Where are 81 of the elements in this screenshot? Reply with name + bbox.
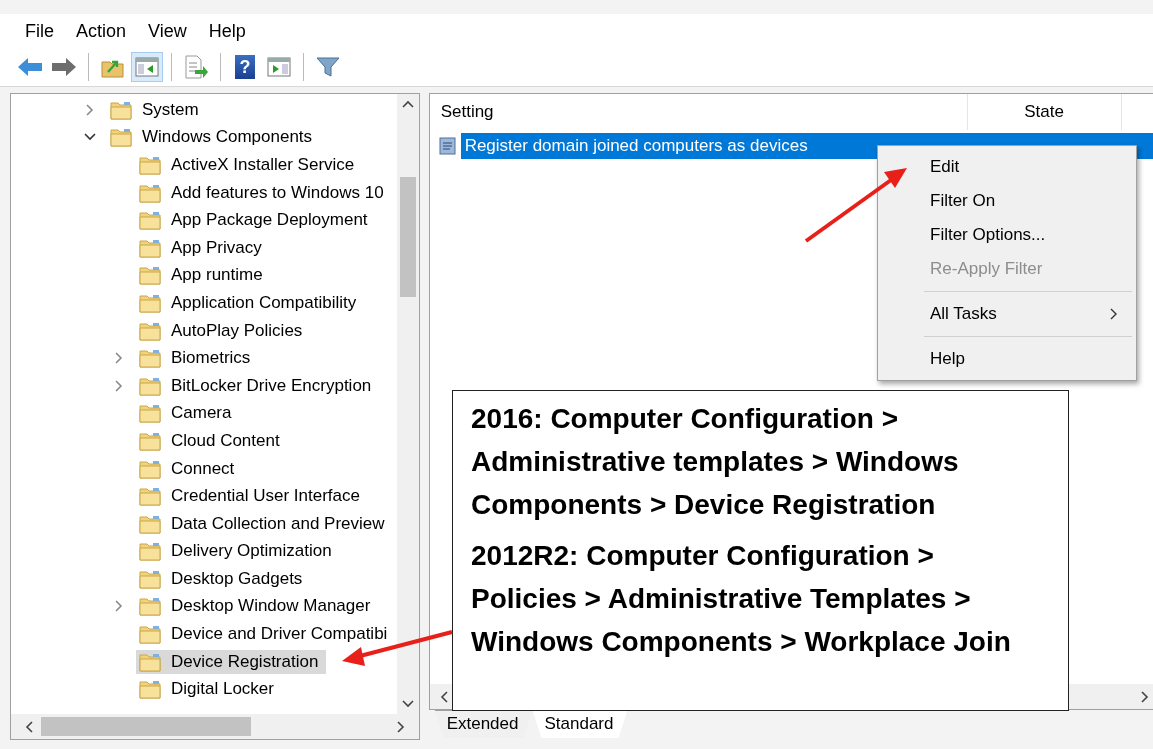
tree-item[interactable]: BitLocker Drive Encryption <box>136 373 380 398</box>
tree-item[interactable]: System <box>107 97 207 122</box>
menu-item[interactable]: Filter On <box>878 184 1136 218</box>
tree-item[interactable]: Biometrics <box>136 346 259 371</box>
folder-icon <box>139 430 161 451</box>
pane-left-icon <box>135 57 159 77</box>
tree-item[interactable]: App runtime <box>136 263 271 288</box>
scroll-up-icon[interactable] <box>401 100 414 108</box>
folder-icon <box>139 486 161 507</box>
help-icon: ? <box>235 55 255 79</box>
tree-item[interactable]: Cloud Content <box>136 428 288 453</box>
folder-icon <box>139 210 161 231</box>
document-arrow-icon <box>183 55 209 79</box>
folder-icon <box>139 513 161 534</box>
submenu-chevron-icon <box>1110 308 1118 320</box>
folder-icon <box>110 127 132 148</box>
folder-icon <box>139 679 161 700</box>
right-arrow-icon <box>51 57 77 77</box>
folder-icon <box>139 568 161 589</box>
folder-icon <box>139 182 161 203</box>
chevron-down-icon[interactable] <box>83 132 97 143</box>
folder-icon <box>110 99 132 120</box>
tree-item[interactable]: Add features to Windows 10 <box>136 180 392 205</box>
folder-icon <box>139 375 161 396</box>
console-tree-button[interactable] <box>131 52 163 82</box>
tree-item[interactable]: App Package Deployment <box>136 208 376 233</box>
tree-item[interactable]: Device and Driver Compatibi <box>136 622 396 647</box>
scroll-down-icon[interactable] <box>401 700 414 708</box>
scroll-left-icon[interactable] <box>25 720 33 733</box>
menu-item[interactable]: Action <box>65 20 138 42</box>
scrollbar-thumb[interactable] <box>399 177 416 297</box>
tree-item[interactable]: Camera <box>136 401 240 426</box>
tree-item[interactable]: Desktop Window Manager <box>136 594 379 619</box>
tree-item[interactable]: Windows Components <box>107 125 321 150</box>
left-arrow-icon <box>17 57 43 77</box>
folder-icon <box>139 596 161 617</box>
scroll-left-icon[interactable] <box>439 690 448 703</box>
scroll-right-icon[interactable] <box>396 720 405 733</box>
chevron-right-icon[interactable] <box>114 351 124 366</box>
tree-item[interactable]: App Privacy <box>136 235 270 260</box>
menu-item[interactable]: Filter Options... <box>878 218 1136 252</box>
tree-item[interactable]: ActiveX Installer Service <box>136 153 363 177</box>
column-header[interactable]: State <box>967 94 1122 130</box>
policy-setting-icon <box>438 137 456 155</box>
tree-item[interactable]: Device Registration <box>136 649 327 674</box>
folder-icon <box>139 541 161 562</box>
column-header[interactable]: Setting <box>429 94 968 130</box>
scroll-right-icon[interactable] <box>1141 690 1149 703</box>
annotation-text: 2012R2: Computer Configuration > Policies > Administrative Templates > Windows Components > Workplace Join <box>471 539 1012 659</box>
menu-item[interactable]: Help <box>878 342 1136 376</box>
folder-icon <box>139 265 161 286</box>
menu-item[interactable]: Help <box>197 20 257 42</box>
tree-item[interactable]: Delivery Optimization <box>136 539 340 564</box>
tree-item[interactable]: Application Compatibility <box>136 290 365 315</box>
tree-item[interactable]: Credential User Interface <box>136 484 368 509</box>
folder-icon <box>139 237 161 258</box>
chevron-right-icon[interactable] <box>85 102 95 117</box>
folder-icon <box>139 651 161 672</box>
folder-icon <box>139 155 161 175</box>
tree-item[interactable]: Connect <box>136 456 243 481</box>
folder-icon <box>139 403 161 424</box>
menu-item[interactable]: All Tasks <box>878 297 1136 331</box>
tree-item[interactable]: Data Collection and Preview <box>136 511 393 536</box>
annotation-text: 2016: Computer Configuration > Administrative templates > Windows Components > Device Registration <box>471 402 960 522</box>
scrollbar-thumb[interactable] <box>41 717 251 736</box>
pane-right-icon <box>267 57 291 77</box>
folder-icon <box>139 320 161 341</box>
folder-icon <box>139 624 161 645</box>
view-tab[interactable]: Standard <box>532 710 628 738</box>
chevron-right-icon[interactable] <box>114 599 124 614</box>
folder-icon <box>139 458 161 479</box>
tree-item[interactable]: Desktop Gadgets <box>136 566 311 591</box>
folder-icon <box>139 348 161 369</box>
tree-item[interactable]: AutoPlay Policies <box>136 318 311 343</box>
chevron-right-icon[interactable] <box>114 378 124 393</box>
help-button[interactable]: ? <box>229 52 261 82</box>
menu-item[interactable]: File <box>14 20 65 42</box>
tree-item[interactable]: Digital Locker <box>136 677 282 702</box>
folder-icon <box>139 292 161 313</box>
filter-icon <box>316 56 340 78</box>
menu-item[interactable]: View <box>137 20 198 42</box>
